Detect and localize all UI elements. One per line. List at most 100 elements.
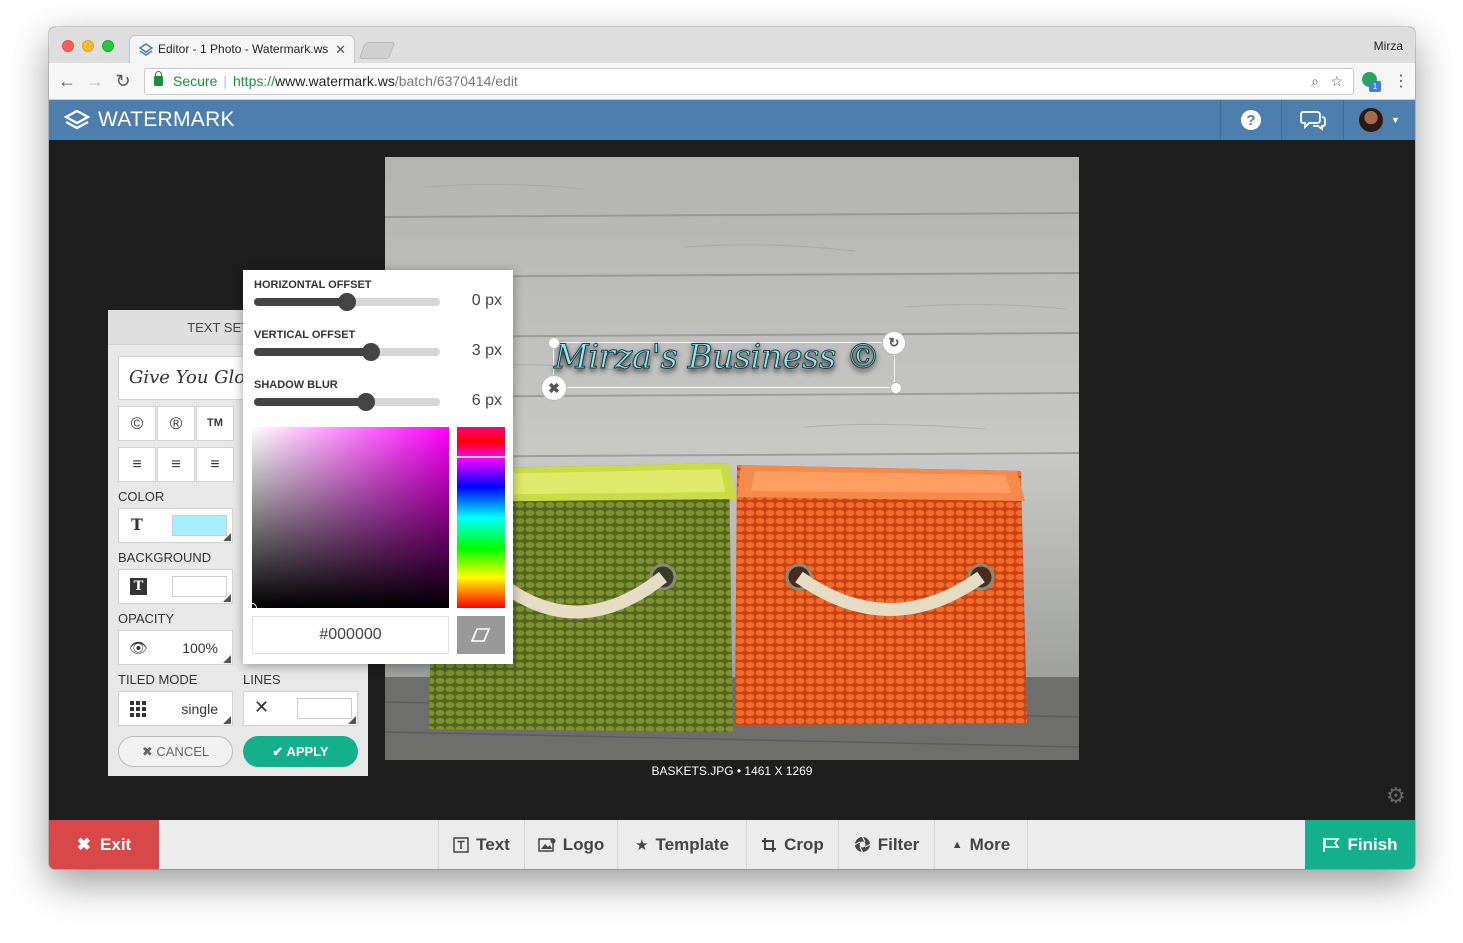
app-header: WATERMARK ? ▼: [49, 100, 1415, 140]
reload-icon[interactable]: ↻: [111, 69, 135, 93]
watermark-text-box[interactable]: Mirza's Business ©: [553, 337, 895, 388]
text-color-picker[interactable]: T: [118, 508, 233, 543]
color-label: COLOR: [118, 489, 165, 504]
gear-icon[interactable]: ⚙: [1386, 783, 1406, 809]
browser-window: Editor - 1 Photo - Watermark.ws ✕ Mirza …: [49, 27, 1415, 869]
shadow-blur-label: SHADOW BLUR: [254, 379, 338, 391]
star-icon: ★: [635, 836, 649, 854]
background-color-picker[interactable]: T: [118, 569, 233, 604]
text-color-icon: T: [131, 515, 143, 534]
align-center-icon[interactable]: ≡: [157, 447, 195, 482]
lines-field[interactable]: ✕: [243, 691, 358, 726]
background-text-icon: T: [130, 578, 147, 595]
lines-label: LINES: [243, 672, 281, 687]
tiled-mode-value: single: [181, 701, 218, 717]
registered-button[interactable]: ®: [157, 406, 195, 441]
vertical-offset-slider[interactable]: [254, 343, 440, 361]
copyright-button[interactable]: ©: [118, 406, 156, 441]
grid-icon: [130, 701, 146, 717]
browser-tab[interactable]: Editor - 1 Photo - Watermark.ws ✕: [129, 35, 355, 64]
vertical-offset-label: VERTICAL OFFSET: [254, 329, 356, 341]
slider-knob[interactable]: [362, 343, 381, 361]
lines-color-swatch: [297, 698, 352, 719]
caret-up-icon: ▲: [951, 838, 963, 851]
close-tab-icon[interactable]: ✕: [335, 36, 346, 63]
check-icon: ✔: [272, 744, 287, 759]
template-tool-label: Template: [655, 834, 729, 854]
trademark-button[interactable]: TM: [196, 406, 234, 441]
opacity-label: OPACITY: [118, 611, 175, 626]
user-menu-button[interactable]: ▼: [1343, 100, 1415, 140]
url-path: /batch/6370414/edit: [394, 73, 518, 89]
close-window-button[interactable]: [62, 40, 74, 52]
hex-color-input[interactable]: #000000: [252, 616, 449, 654]
eraser-icon: [471, 628, 491, 642]
help-icon: ?: [1241, 110, 1261, 130]
hue-marker[interactable]: [457, 456, 505, 458]
align-left-icon[interactable]: ≡: [118, 447, 156, 482]
forward-arrow-icon[interactable]: →: [83, 69, 107, 93]
tiled-mode-field[interactable]: single: [118, 691, 233, 726]
watermark-text: Mirza's Business ©: [554, 337, 881, 378]
back-arrow-icon[interactable]: ←: [55, 69, 79, 93]
rotate-icon[interactable]: ↻: [882, 331, 906, 355]
slider-knob[interactable]: [338, 293, 356, 311]
crop-tool-button[interactable]: Crop: [746, 820, 838, 869]
editor-stage: Mirza's Business © ✖ ↻ BASKETS.JPG • 146…: [49, 140, 1415, 820]
tab-bar: Editor - 1 Photo - Watermark.ws ✕ Mirza: [49, 27, 1415, 64]
horizontal-offset-slider[interactable]: [254, 293, 440, 311]
exit-button[interactable]: ✖ Exit: [49, 820, 159, 869]
remove-watermark-icon[interactable]: ✖: [541, 375, 567, 401]
no-lines-icon: ✕: [254, 697, 270, 717]
background-color-swatch: [172, 576, 227, 597]
help-button[interactable]: ?: [1220, 100, 1281, 140]
cancel-icon: ✖: [141, 744, 157, 759]
url-protocol: https://: [233, 73, 276, 89]
address-bar[interactable]: Secure | https://www.watermark.ws/batch/63…: [144, 68, 1354, 95]
secure-label: Secure: [173, 73, 218, 89]
chat-button[interactable]: [1281, 100, 1343, 140]
align-right-icon[interactable]: ≡: [196, 447, 234, 482]
filter-tool-label: Filter: [877, 834, 920, 854]
shadow-settings-popup: HORIZONTAL OFFSET 0 px VERTICAL OFFSET 3…: [243, 270, 513, 664]
filter-tool-button[interactable]: Filter: [838, 820, 934, 869]
watermark-logo-icon: [64, 109, 90, 130]
shadow-blur-slider[interactable]: [254, 393, 440, 411]
bookmark-star-icon[interactable]: ☆: [1330, 69, 1343, 94]
saturation-value-picker[interactable]: [247, 427, 449, 613]
opacity-field[interactable]: 👁 100%: [118, 630, 233, 665]
bottom-toolbar: ✖ Exit Text Logo ★ Template Crop Filter ▲…: [49, 820, 1415, 869]
apply-label: APPLY: [286, 744, 329, 759]
maximize-window-button[interactable]: [102, 40, 114, 52]
avatar: [1359, 108, 1384, 132]
app-logo[interactable]: WATERMARK: [64, 108, 235, 132]
slider-knob[interactable]: [356, 393, 375, 411]
finish-button[interactable]: Finish: [1305, 820, 1415, 869]
image-caption: BASKETS.JPG • 1461 X 1269: [651, 764, 813, 778]
hue-slider[interactable]: [457, 427, 505, 608]
opacity-value: 100%: [182, 640, 218, 656]
minimize-window-button[interactable]: [82, 40, 94, 52]
url-host: www.watermark.ws: [275, 73, 395, 89]
shadow-blur-value: 6 px: [471, 392, 502, 409]
logo-tool-label: Logo: [562, 834, 605, 854]
browser-menu-icon[interactable]: ⋮: [1393, 71, 1409, 91]
logo-tool-button[interactable]: Logo: [524, 820, 617, 869]
navigation-bar: ← → ↻ Secure | https://www.watermark.ws/ba…: [49, 63, 1415, 100]
cancel-button[interactable]: ✖ CANCEL: [118, 736, 233, 767]
profile-name[interactable]: Mirza: [1374, 39, 1403, 53]
new-tab-button[interactable]: [358, 42, 396, 59]
horizontal-offset-value: 0 px: [471, 292, 502, 309]
more-tool-button[interactable]: ▲ More: [934, 820, 1028, 869]
close-icon: ✖: [76, 834, 92, 854]
clear-color-button[interactable]: [457, 616, 505, 654]
apply-button[interactable]: ✔ APPLY: [243, 736, 358, 767]
text-color-swatch: [172, 515, 227, 536]
resize-handle-top-left[interactable]: [548, 337, 560, 349]
zoom-icon[interactable]: ⌕: [1311, 69, 1319, 94]
resize-handle-bottom-right[interactable]: [890, 382, 902, 394]
picker-cursor[interactable]: [247, 603, 257, 613]
text-tool-button[interactable]: Text: [438, 820, 524, 869]
template-tool-button[interactable]: ★ Template: [617, 820, 746, 869]
lock-icon: [154, 71, 163, 86]
